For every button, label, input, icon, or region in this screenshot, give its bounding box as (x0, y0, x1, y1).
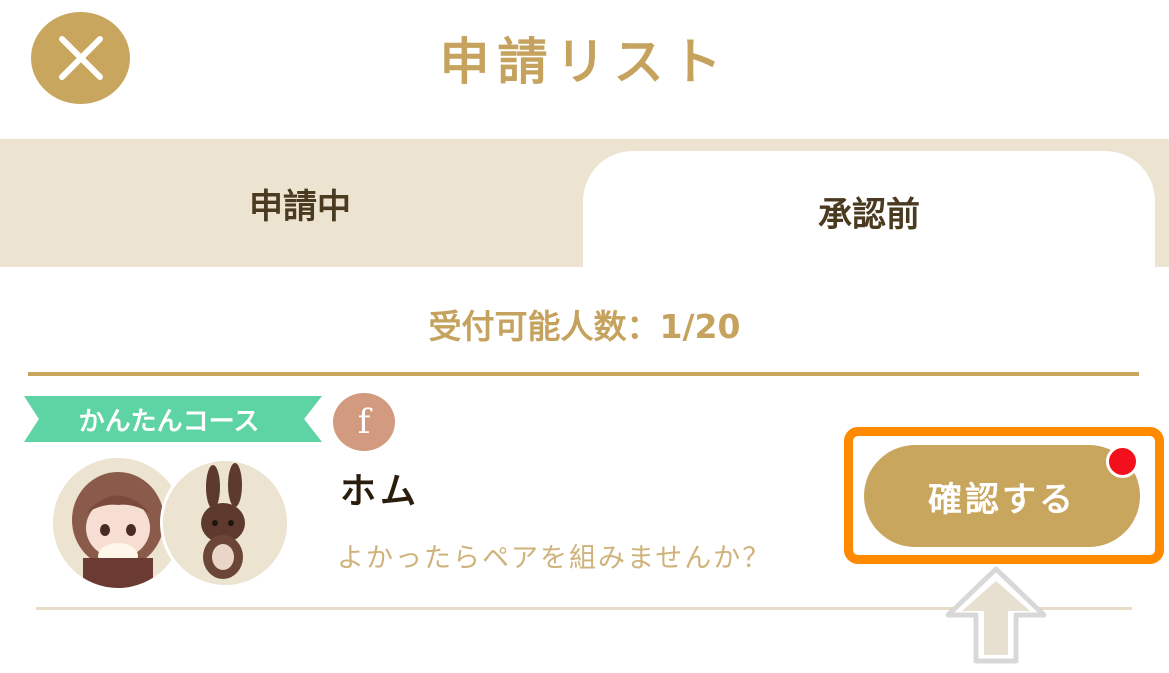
pet-avatar (160, 458, 290, 588)
pet-avatar-image (163, 461, 287, 585)
f-badge-letter: f (357, 402, 371, 442)
list-divider-top (28, 372, 1139, 376)
page-title: 申請リスト (439, 33, 730, 91)
tab-requesting-label: 申請中 (249, 186, 351, 227)
application-list-screen: 申請リスト 申請中 承認前 受付可能人数：1/20 かんたんコース f ホム よ… (0, 0, 1169, 673)
tutorial-arrow-up-icon (945, 566, 1047, 664)
tab-before-approval-label: 承認前 (818, 194, 920, 235)
tab-bar: 申請中 承認前 (0, 139, 1169, 271)
user-name: ホム (340, 471, 421, 512)
tab-before-approval[interactable]: 承認前 (583, 151, 1155, 271)
tab-requesting[interactable]: 申請中 (20, 139, 580, 267)
capacity-count: 受付可能人数：1/20 (428, 307, 741, 346)
f-badge-icon: f (333, 393, 395, 451)
course-tag: かんたんコース (24, 396, 322, 442)
request-message: よかったらペアを組みませんか？ (337, 543, 772, 574)
course-tag-label: かんたんコース (78, 406, 260, 437)
confirm-button-label: 確認する (928, 479, 1076, 520)
confirm-button[interactable]: 確認する (864, 445, 1140, 547)
notification-dot (1106, 445, 1139, 478)
